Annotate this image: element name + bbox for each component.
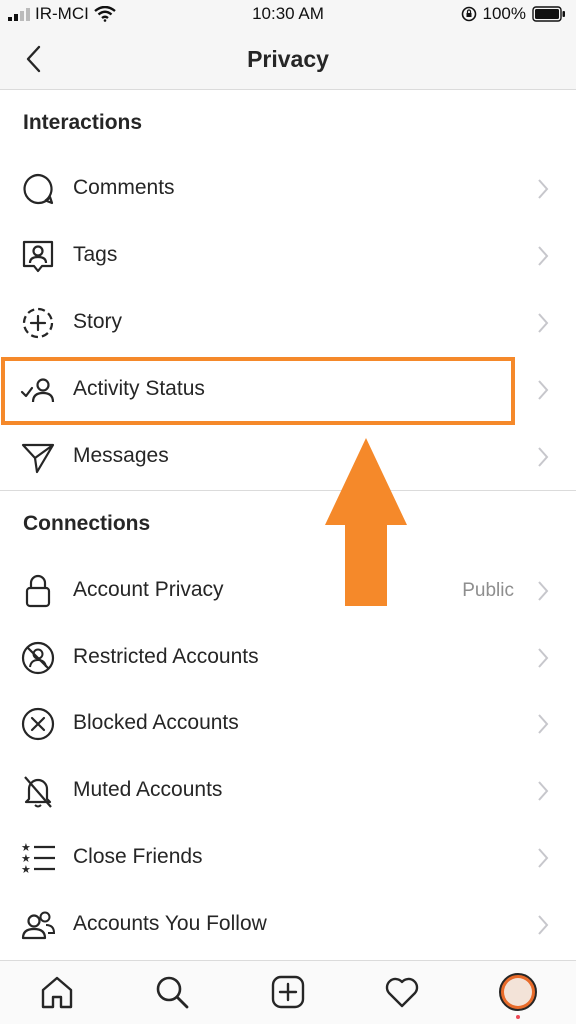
section-title-connections: Connections — [23, 512, 151, 535]
row-label: Story — [73, 310, 123, 333]
search-icon[interactable] — [154, 974, 190, 1010]
row-label: Comments — [73, 176, 175, 199]
row-label: Account Privacy — [73, 578, 224, 601]
people-icon — [21, 911, 56, 940]
row-accounts-you-follow[interactable]: Accounts You Follow — [0, 892, 576, 958]
profile-avatar[interactable] — [499, 973, 537, 1011]
chevron-right-icon — [538, 447, 549, 467]
chevron-right-icon — [538, 581, 549, 601]
chevron-right-icon — [538, 848, 549, 868]
page-title: Privacy — [247, 46, 329, 72]
chevron-right-icon — [538, 915, 549, 935]
section-title-interactions: Interactions — [23, 111, 143, 134]
chevron-right-icon — [538, 380, 549, 400]
battery-icon — [532, 6, 565, 22]
row-comments[interactable]: Comments — [0, 156, 576, 222]
lock-icon — [25, 574, 51, 608]
chevron-right-icon — [538, 246, 549, 266]
arrow-up-icon — [325, 438, 407, 606]
nav-bar: Privacy — [0, 30, 576, 90]
heart-icon[interactable] — [384, 974, 420, 1010]
row-blocked-accounts[interactable]: Blocked Accounts — [0, 691, 576, 757]
tag-person-icon — [22, 240, 54, 273]
row-label: Messages — [73, 444, 169, 467]
star-list-icon: ★ ★ ★ — [21, 841, 55, 876]
paper-plane-icon — [21, 443, 55, 474]
row-story[interactable]: Story — [0, 290, 576, 356]
status-bar: IR-MCI 10:30 AM 100% — [0, 0, 576, 30]
row-label: Accounts You Follow — [73, 912, 267, 935]
row-muted-accounts[interactable]: Muted Accounts — [0, 758, 576, 824]
row-label: Restricted Accounts — [73, 645, 259, 668]
story-plus-icon — [22, 307, 54, 339]
row-account-privacy[interactable]: Account Privacy Public — [0, 558, 576, 624]
notification-dot — [516, 1015, 520, 1019]
privacy-value: Public — [462, 580, 514, 601]
battery-percent: 100% — [482, 4, 526, 23]
row-label: Tags — [73, 243, 118, 266]
svg-text:★: ★ — [21, 863, 31, 876]
home-icon[interactable] — [39, 974, 75, 1010]
avatar-photo — [504, 978, 532, 1006]
status-right: 100% — [461, 4, 566, 24]
rotation-lock-icon — [461, 6, 476, 22]
highlight-box — [1, 357, 515, 425]
row-tags[interactable]: Tags — [0, 223, 576, 289]
row-label: Blocked Accounts — [73, 711, 239, 734]
row-restricted-accounts[interactable]: Restricted Accounts — [0, 625, 576, 691]
chevron-right-icon — [538, 714, 549, 734]
blocked-icon — [21, 707, 55, 741]
muted-bell-icon — [24, 776, 52, 808]
chevron-right-icon — [538, 781, 549, 801]
restricted-icon — [21, 641, 55, 675]
new-post-icon[interactable] — [270, 974, 306, 1010]
chevron-right-icon — [538, 179, 549, 199]
chevron-right-icon — [538, 313, 549, 333]
section-divider — [0, 490, 576, 491]
row-messages[interactable]: Messages — [0, 424, 576, 490]
comment-bubble-icon — [23, 173, 54, 205]
row-label: Muted Accounts — [73, 778, 223, 801]
chevron-right-icon — [538, 648, 549, 668]
row-close-friends[interactable]: ★ ★ ★ Close Friends — [0, 825, 576, 891]
tab-bar — [0, 960, 576, 1024]
row-label: Close Friends — [73, 845, 203, 868]
